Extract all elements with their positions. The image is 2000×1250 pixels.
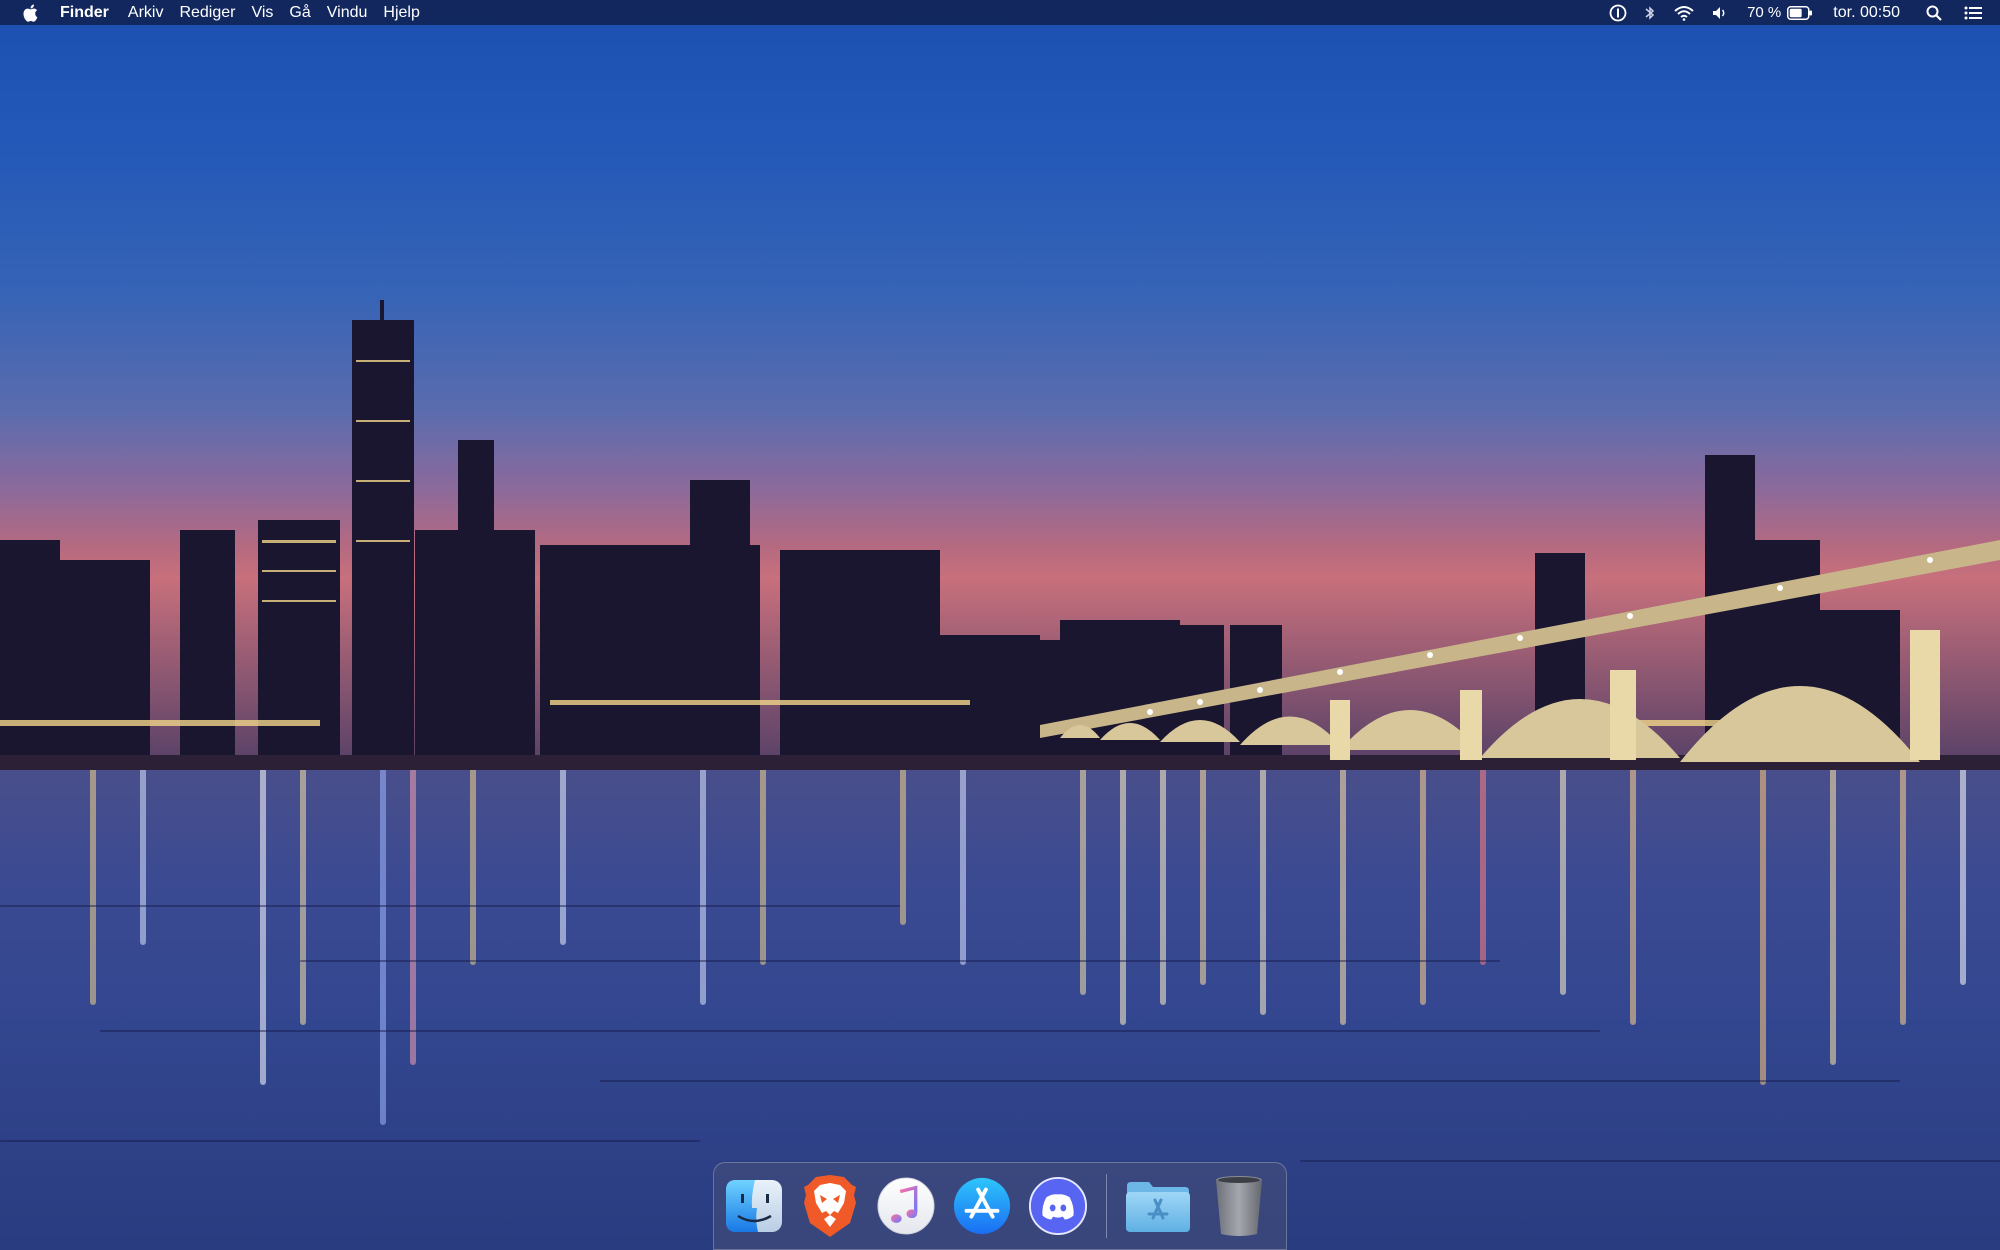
notification-center-icon[interactable]: [1964, 5, 1982, 21]
menu-hjelp[interactable]: Hjelp: [383, 4, 419, 22]
wifi-icon[interactable]: [1673, 5, 1695, 21]
dock-discord[interactable]: [1028, 1173, 1088, 1239]
menu-bar-clock[interactable]: tor. 00:50: [1833, 4, 1900, 22]
menu-arkiv[interactable]: Arkiv: [128, 4, 164, 22]
discord-icon: [1028, 1176, 1088, 1236]
menu-finder[interactable]: Finder: [60, 4, 109, 22]
trash-icon: [1216, 1176, 1262, 1236]
applications-folder-icon: [1126, 1182, 1190, 1232]
battery-percentage[interactable]: 70 %: [1747, 4, 1781, 21]
spotlight-search-icon[interactable]: [1926, 5, 1942, 21]
dock-trash[interactable]: [1209, 1173, 1269, 1239]
app-store-icon: [953, 1177, 1011, 1235]
menu-rediger[interactable]: Rediger: [179, 4, 235, 22]
menu-bar-status: 70 % tor. 00:50: [1593, 0, 2000, 25]
dock-separator: [1106, 1174, 1107, 1238]
menu-ga[interactable]: Gå: [289, 4, 310, 22]
dock-finder[interactable]: [724, 1173, 784, 1239]
dock: [713, 1162, 1287, 1250]
menu-vis[interactable]: Vis: [251, 4, 273, 22]
desktop-wallpaper: [0, 0, 2000, 1250]
menu-bar: Finder Arkiv Rediger Vis Gå Vindu Hjelp …: [0, 0, 2000, 25]
music-icon: [877, 1177, 935, 1235]
dock-app-store[interactable]: [952, 1173, 1012, 1239]
battery-icon[interactable]: [1787, 5, 1813, 20]
brave-icon: [804, 1175, 856, 1237]
wallpaper-bridge: [1040, 540, 2000, 762]
volume-icon[interactable]: [1711, 5, 1729, 21]
menu-bar-left: Finder Arkiv Rediger Vis Gå Vindu Hjelp: [0, 0, 436, 25]
dock-brave[interactable]: [800, 1173, 860, 1239]
onepassword-icon[interactable]: [1609, 4, 1627, 22]
dock-music[interactable]: [876, 1173, 936, 1239]
apple-logo-icon[interactable]: [22, 4, 38, 22]
finder-icon: [726, 1180, 782, 1232]
dock-applications-folder[interactable]: [1123, 1173, 1193, 1239]
bluetooth-icon[interactable]: [1643, 4, 1657, 22]
menu-vindu[interactable]: Vindu: [327, 4, 368, 22]
